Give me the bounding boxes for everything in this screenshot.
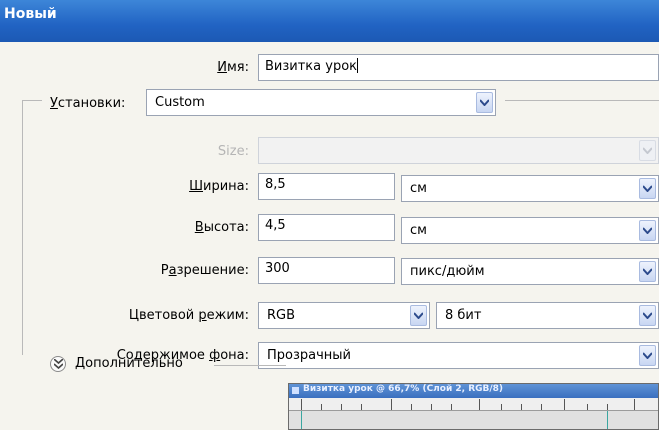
expand-chevron-icon[interactable] [50, 356, 66, 372]
preset-select[interactable]: Custom [146, 89, 496, 116]
width-unit-select[interactable]: см [401, 175, 659, 202]
guide-line [301, 411, 302, 429]
guide-line [607, 411, 608, 429]
height-input[interactable]: 4,5 [258, 214, 395, 241]
group-frame-top-right [505, 100, 659, 101]
size-select [258, 137, 659, 164]
document-window-thumbnail: Визитка урок @ 66,7% (Слой 2, RGB/8) [288, 383, 659, 430]
advanced-toggle[interactable]: Дополнительно [75, 356, 183, 371]
resolution-input[interactable]: 300 [258, 257, 395, 284]
background-select[interactable]: Прозрачный [258, 342, 659, 369]
chevron-down-icon[interactable] [639, 178, 656, 199]
resolution-label: Разрешение: [160, 263, 249, 278]
height-unit-select[interactable]: см [401, 217, 659, 244]
group-frame-top-left [22, 100, 42, 101]
chevron-down-icon[interactable] [410, 305, 427, 326]
group-frame-left [22, 100, 23, 355]
size-label: Size: [217, 144, 249, 159]
chevron-down-icon[interactable] [639, 220, 656, 241]
chevron-down-icon[interactable] [639, 345, 656, 366]
color-mode-select[interactable]: RGB [258, 302, 430, 329]
chevron-down-icon [639, 140, 656, 161]
chevron-down-icon[interactable] [639, 305, 656, 326]
chevron-down-icon[interactable] [639, 261, 656, 282]
bit-depth-select[interactable]: 8 бит [436, 302, 659, 329]
width-input[interactable]: 8,5 [258, 173, 395, 200]
name-input[interactable]: Визитка урок [258, 54, 659, 81]
horizontal-ruler [289, 398, 658, 411]
color-mode-label: Цветовой режим: [128, 308, 249, 323]
name-label: Имя: [217, 60, 249, 75]
document-title-bar: Визитка урок @ 66,7% (Слой 2, RGB/8) [289, 384, 658, 398]
text-caret [357, 58, 359, 73]
advanced-divider [214, 365, 286, 366]
preset-label: Установки: [50, 96, 126, 111]
width-label: Ширина: [189, 179, 249, 194]
document-canvas [289, 411, 658, 429]
height-label: Высота: [194, 220, 249, 235]
title-bar[interactable]: Новый [0, 0, 659, 42]
chevron-down-icon[interactable] [476, 92, 493, 113]
window-title: Новый [4, 6, 57, 22]
resolution-unit-select[interactable]: пикс/дюйм [401, 258, 659, 285]
document-icon [292, 387, 299, 394]
document-title: Визитка урок @ 66,7% (Слой 2, RGB/8) [303, 384, 504, 394]
